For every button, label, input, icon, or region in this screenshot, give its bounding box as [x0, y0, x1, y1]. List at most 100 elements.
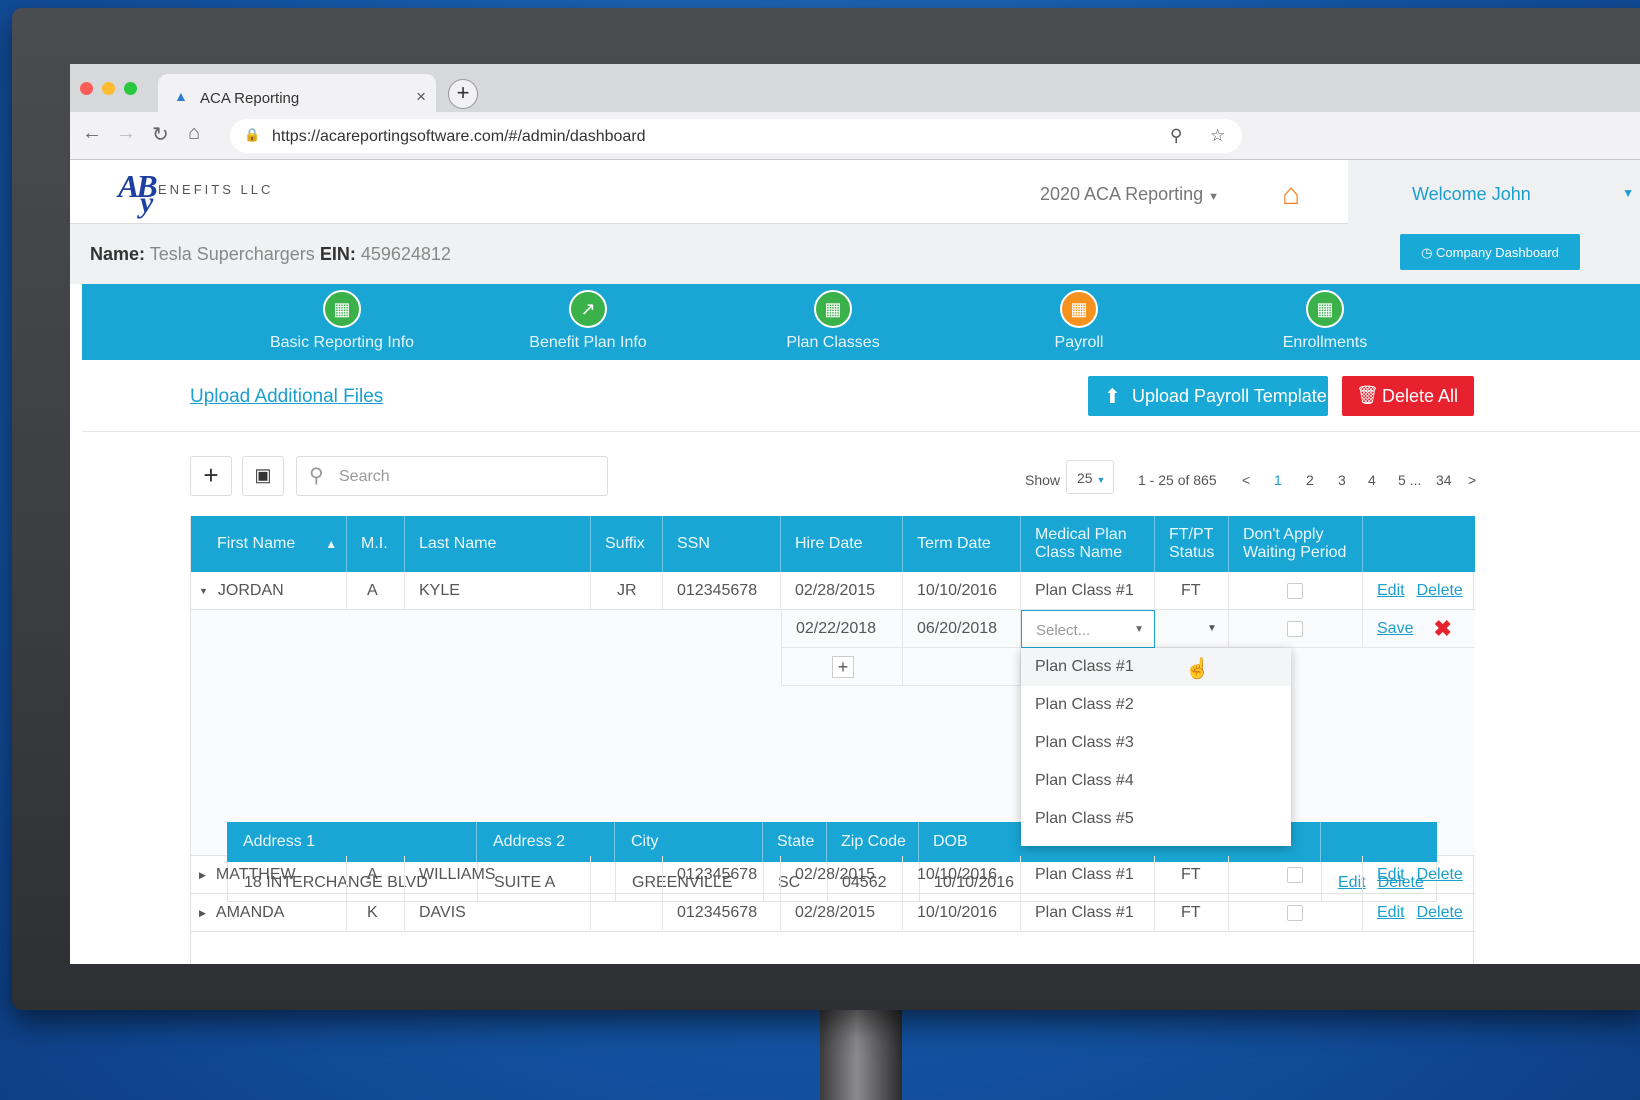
- dropdown-option[interactable]: Plan Class #4: [1021, 762, 1291, 800]
- page-2[interactable]: 2: [1306, 472, 1314, 488]
- address-bar-row: ← → ↻ ⌂ 🔒 https://acareportingsoftware.c…: [70, 112, 1640, 160]
- user-menu[interactable]: Welcome John ▼: [1348, 160, 1640, 224]
- cell-mi: A: [347, 572, 405, 610]
- add-row-button[interactable]: +: [190, 456, 232, 496]
- caret-right-icon[interactable]: ▶: [199, 870, 206, 881]
- col-last-name[interactable]: Last Name: [405, 516, 591, 572]
- home-icon[interactable]: ⌂: [1282, 178, 1300, 212]
- page-34[interactable]: 34: [1436, 472, 1452, 488]
- dropdown-option[interactable]: Plan Class #2: [1021, 686, 1291, 724]
- archive-button[interactable]: ▣: [242, 456, 284, 496]
- url-field[interactable]: 🔒 https://acareportingsoftware.com/#/adm…: [230, 119, 1242, 153]
- col-first-name[interactable]: First Name ▲: [191, 516, 347, 572]
- cell-hire-date: 02/28/2015: [781, 856, 903, 894]
- company-dashboard-button[interactable]: ◷ Company Dashboard: [1400, 234, 1580, 270]
- maximize-window-dot[interactable]: [124, 82, 137, 95]
- edit-waiting-checkbox[interactable]: [1287, 620, 1303, 637]
- step-payroll[interactable]: ▦ Payroll: [969, 290, 1189, 352]
- table-row[interactable]: ▶ MATTHEW A WILLIAMS 012345678 02/28/2015…: [191, 856, 1475, 894]
- col-hire-date[interactable]: Hire Date: [781, 516, 903, 572]
- key-icon[interactable]: ⚲: [1170, 126, 1182, 146]
- page-size-select[interactable]: 25 ▼: [1066, 460, 1114, 494]
- favicon-icon: ▲: [174, 88, 188, 104]
- close-window-dot[interactable]: [80, 82, 93, 95]
- status-select[interactable]: ▼: [1155, 610, 1229, 648]
- step-basic-reporting-info[interactable]: ▦ Basic Reporting Info: [232, 290, 452, 352]
- hand-cursor-icon: ☝: [1185, 658, 1210, 680]
- delete-all-button[interactable]: 🗑 Delete All: [1342, 376, 1474, 416]
- reload-icon[interactable]: ↻: [152, 122, 169, 147]
- plan-class-select[interactable]: Select... ▼: [1021, 610, 1155, 648]
- table-row[interactable]: ▼ JORDAN A KYLE JR 012345678 02/28/2015 1…: [191, 572, 1475, 610]
- chart-icon: ↗: [569, 290, 607, 328]
- add-period-cell: +: [781, 648, 903, 686]
- edit-link[interactable]: Edit: [1377, 904, 1405, 922]
- reporting-year-dropdown[interactable]: 2020 ACA Reporting ▼: [1040, 184, 1219, 205]
- cell-first-name: ▼ JORDAN: [191, 572, 347, 610]
- cell-last-name: WILLIAMS: [405, 856, 591, 894]
- company-name: Tesla Superchargers: [149, 244, 315, 264]
- next-page-icon[interactable]: >: [1468, 472, 1476, 488]
- delete-link[interactable]: Delete: [1417, 904, 1463, 922]
- cell-term-date: 10/10/2016: [903, 856, 1021, 894]
- star-icon[interactable]: ☆: [1210, 126, 1225, 146]
- minimize-window-dot[interactable]: [102, 82, 115, 95]
- dropdown-option[interactable]: Plan Class #5: [1021, 800, 1291, 838]
- search-input[interactable]: ⚲ Search: [296, 456, 608, 496]
- home-nav-icon[interactable]: ⌂: [188, 122, 200, 145]
- forward-icon[interactable]: →: [116, 122, 136, 145]
- company-ein: 459624812: [360, 244, 451, 264]
- step-plan-classes[interactable]: ▦ Plan Classes: [723, 290, 943, 352]
- caret-down-icon[interactable]: ▼: [199, 586, 208, 596]
- upload-additional-files-link[interactable]: Upload Additional Files: [190, 386, 383, 408]
- add-period-button[interactable]: +: [832, 655, 854, 678]
- table-row[interactable]: ▶ AMANDA K DAVIS 012345678 02/28/2015 10/…: [191, 894, 1475, 932]
- dropdown-option[interactable]: Plan Class #1: [1021, 648, 1291, 686]
- logo-y: y: [140, 186, 154, 219]
- col-suffix[interactable]: Suffix: [591, 516, 663, 572]
- waiting-checkbox[interactable]: [1287, 905, 1303, 921]
- col-mi[interactable]: M.I.: [347, 516, 405, 572]
- step-enrollments[interactable]: ▦ Enrollments: [1215, 290, 1435, 352]
- delete-link[interactable]: Delete: [1417, 866, 1463, 884]
- page-1[interactable]: 1: [1274, 472, 1282, 488]
- back-icon[interactable]: ←: [82, 122, 102, 145]
- upload-payroll-template-button[interactable]: ⬆ Upload Payroll Template: [1088, 376, 1328, 416]
- page-5[interactable]: 5 ...: [1398, 472, 1421, 488]
- company-logo[interactable]: AB y ENEFITS LLC: [118, 168, 298, 220]
- table-header: First Name ▲ M.I. Last Name Suffix SSN Hi…: [191, 516, 1475, 572]
- waiting-checkbox[interactable]: [1287, 867, 1303, 883]
- browser-tab[interactable]: ▲ ACA Reporting ×: [158, 74, 436, 114]
- monitor-frame: ▲ ACA Reporting × + ← → ↻ ⌂ 🔒 https://ac…: [12, 8, 1640, 1010]
- show-label: Show: [1025, 472, 1061, 488]
- cancel-x-icon[interactable]: ✖: [1433, 616, 1451, 642]
- edit-term-date[interactable]: 06/20/2018: [903, 610, 1021, 648]
- chevron-down-icon: ▼: [1622, 186, 1634, 200]
- col-plan-class[interactable]: Medical Plan Class Name: [1021, 516, 1155, 572]
- edit-link[interactable]: Edit: [1377, 582, 1405, 600]
- save-link[interactable]: Save: [1377, 620, 1413, 638]
- page-4[interactable]: 4: [1368, 472, 1376, 488]
- col-ftpt-status[interactable]: FT/PT Status: [1155, 516, 1229, 572]
- page-3[interactable]: 3: [1338, 472, 1346, 488]
- browser-tabbar: ▲ ACA Reporting × +: [70, 64, 1640, 114]
- cell-suffix: JR: [591, 572, 663, 610]
- col-term-date[interactable]: Term Date: [903, 516, 1021, 572]
- delete-link[interactable]: Delete: [1417, 582, 1463, 600]
- cell-mi: K: [347, 894, 405, 932]
- col-waiting-period[interactable]: Don't Apply Waiting Period: [1229, 516, 1363, 572]
- edit-hire-date[interactable]: 02/22/2018: [781, 610, 903, 648]
- dropdown-option[interactable]: Plan Class #3: [1021, 724, 1291, 762]
- edit-link[interactable]: Edit: [1377, 866, 1405, 884]
- waiting-checkbox[interactable]: [1287, 583, 1303, 599]
- step-benefit-plan-info[interactable]: ↗ Benefit Plan Info: [478, 290, 698, 352]
- col-ssn[interactable]: SSN: [663, 516, 781, 572]
- prev-page-icon[interactable]: <: [1242, 472, 1250, 488]
- close-tab-icon[interactable]: ×: [416, 87, 426, 107]
- company-info-bar: Name: Tesla Superchargers EIN: 459624812…: [70, 224, 1640, 284]
- caret-right-icon[interactable]: ▶: [199, 908, 206, 919]
- cell-suffix: [591, 856, 663, 894]
- company-info: Name: Tesla Superchargers EIN: 459624812: [90, 244, 451, 264]
- cell-plan-class: Plan Class #1: [1021, 572, 1155, 610]
- new-tab-button[interactable]: +: [448, 79, 478, 109]
